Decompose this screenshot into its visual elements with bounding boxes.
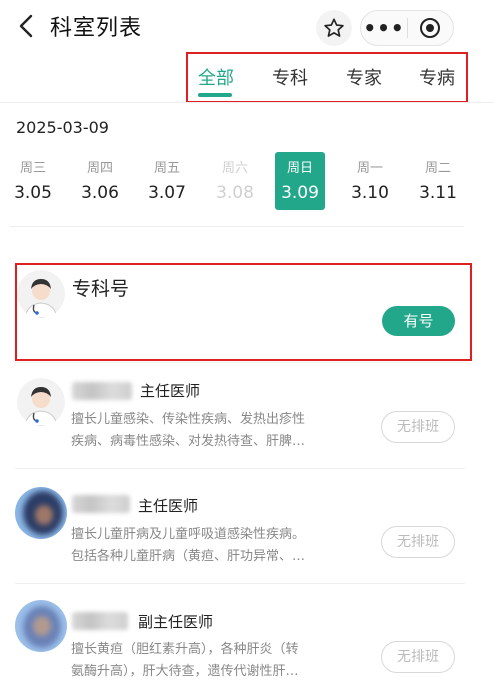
- doctor-photo-redacted: [15, 600, 67, 652]
- doctor-name-redacted: [72, 495, 130, 513]
- day-date: 3.05: [14, 183, 52, 203]
- divider: [0, 102, 494, 103]
- doctor-description: 擅长黄疸（胆红素升高），各种肝炎（转: [71, 642, 299, 657]
- blurred-face: [35, 505, 53, 525]
- divider: [15, 468, 465, 469]
- doctor-title: 主任医师: [138, 497, 199, 515]
- available-button[interactable]: 有号: [382, 306, 455, 336]
- close-miniprogram-button[interactable]: [408, 11, 453, 45]
- divider: [10, 226, 464, 227]
- star-icon: [324, 18, 344, 37]
- blurred-face: [33, 616, 51, 636]
- day-item-selected[interactable]: 周日 3.09: [275, 152, 325, 210]
- doctor-description: 擅长儿童肝病及儿童呼吸道感染性疾病。: [71, 527, 306, 542]
- day-item[interactable]: 周二 3.11: [410, 152, 466, 210]
- day-weekday: 周二: [424, 161, 451, 176]
- specialty-title: 专科号: [72, 278, 130, 300]
- active-tab-underline: [198, 93, 232, 97]
- divider: [15, 583, 465, 584]
- current-date: 2025-03-09: [16, 118, 109, 137]
- day-weekday: 周四: [86, 161, 113, 176]
- divider: [15, 362, 465, 363]
- doctor-title: 主任医师: [140, 382, 201, 400]
- day-item[interactable]: 周三 3.05: [5, 152, 61, 210]
- no-schedule-button[interactable]: 无排班: [381, 526, 455, 558]
- doctor-description: 氨酶升高），肝大待查，遗传代谢性肝…: [71, 664, 299, 679]
- menu-capsule: •••: [360, 10, 454, 46]
- back-icon[interactable]: [14, 12, 38, 40]
- doctor-photo-redacted: [15, 487, 67, 539]
- day-date: 3.07: [148, 183, 186, 203]
- day-date: 3.09: [281, 183, 319, 203]
- day-item[interactable]: 周四 3.06: [72, 152, 128, 210]
- tab-expert[interactable]: 专家: [346, 64, 382, 90]
- day-weekday: 周六: [221, 161, 248, 176]
- doctor-description: 擅长儿童感染、传染性疾病、发热出疹性: [71, 412, 306, 427]
- doctor-avatar-icon: [17, 270, 65, 318]
- doctor-name-redacted: [72, 382, 132, 400]
- day-date: 3.06: [81, 183, 119, 203]
- no-schedule-button[interactable]: 无排班: [381, 641, 455, 673]
- day-weekday: 周日: [286, 161, 313, 176]
- page-title: 科室列表: [50, 16, 143, 41]
- tab-disease[interactable]: 专病: [419, 64, 455, 90]
- day-item-disabled: 周六 3.08: [207, 152, 263, 210]
- day-date: 3.08: [216, 183, 254, 203]
- day-weekday: 周五: [153, 161, 180, 176]
- day-date: 3.10: [351, 183, 389, 203]
- doctor-name-redacted: [72, 612, 128, 630]
- doctor-description: 包括各种儿童肝病（黄疸、肝功异常、…: [71, 549, 306, 564]
- doctor-description: 疾病、病毒性感染、对发热待查、肝脾…: [71, 434, 306, 449]
- day-item[interactable]: 周五 3.07: [139, 152, 195, 210]
- day-item[interactable]: 周一 3.10: [342, 152, 398, 210]
- more-icon[interactable]: •••: [361, 11, 407, 45]
- day-date: 3.11: [419, 183, 457, 203]
- tab-specialty[interactable]: 专科: [272, 64, 308, 90]
- favorite-button[interactable]: [316, 10, 352, 46]
- doctor-avatar-icon: [17, 378, 65, 426]
- tab-all[interactable]: 全部: [198, 64, 234, 90]
- day-weekday: 周一: [356, 161, 383, 176]
- doctor-title: 副主任医师: [138, 613, 214, 631]
- day-weekday: 周三: [19, 161, 46, 176]
- nav-bar: 科室列表 •••: [0, 0, 494, 52]
- target-icon: [420, 18, 441, 38]
- no-schedule-button[interactable]: 无排班: [381, 411, 455, 443]
